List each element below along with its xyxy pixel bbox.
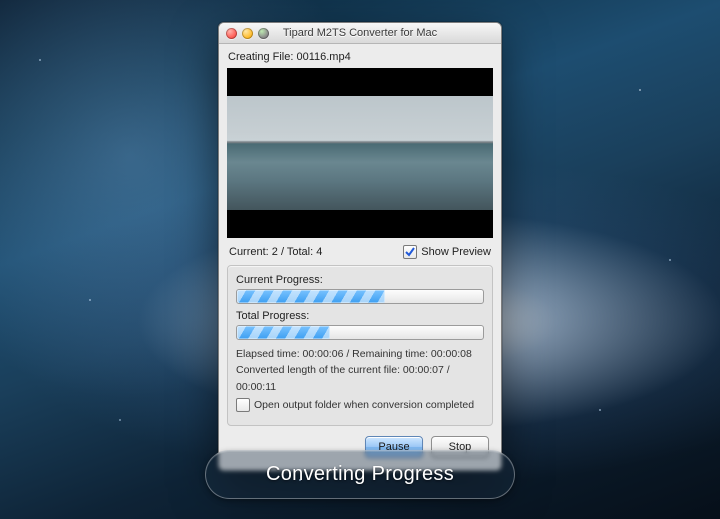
progress-panel: Current Progress: Total Progress: Elapse…	[227, 265, 493, 426]
file-counter: Current: 2 / Total: 4	[229, 246, 322, 258]
show-preview-checkbox[interactable]: Show Preview	[403, 245, 491, 259]
open-output-folder-label: Open output folder when conversion compl…	[254, 397, 474, 413]
current-progress-label: Current Progress:	[236, 274, 484, 286]
total-progress-fill	[237, 326, 330, 339]
video-preview	[227, 68, 493, 238]
total-progress-label: Total Progress:	[236, 310, 484, 322]
show-preview-label: Show Preview	[421, 246, 491, 258]
creating-file-label: Creating File: 00116.mp4	[227, 48, 493, 66]
current-progress-fill	[237, 290, 385, 303]
window-titlebar[interactable]: Tipard M2TS Converter for Mac	[219, 23, 501, 44]
window-body: Creating File: 00116.mp4 Current: 2 / To…	[219, 44, 501, 470]
converted-length-text: Converted length of the current file: 00…	[236, 362, 484, 395]
desktop-background: Tipard M2TS Converter for Mac Creating F…	[0, 0, 720, 519]
total-progress-bar	[236, 325, 484, 340]
progress-info: Elapsed time: 00:00:06 / Remaining time:…	[236, 346, 484, 417]
overlay-caption: Converting Progress	[205, 450, 515, 499]
open-output-folder-checkbox[interactable]: Open output folder when conversion compl…	[236, 397, 474, 413]
current-progress-bar	[236, 289, 484, 304]
converter-progress-window: Tipard M2TS Converter for Mac Creating F…	[218, 22, 502, 471]
window-title: Tipard M2TS Converter for Mac	[219, 27, 501, 39]
elapsed-remaining-text: Elapsed time: 00:00:06 / Remaining time:…	[236, 346, 484, 362]
checkbox-icon	[403, 245, 417, 259]
checkbox-icon	[236, 398, 250, 412]
video-preview-frame	[227, 96, 493, 210]
